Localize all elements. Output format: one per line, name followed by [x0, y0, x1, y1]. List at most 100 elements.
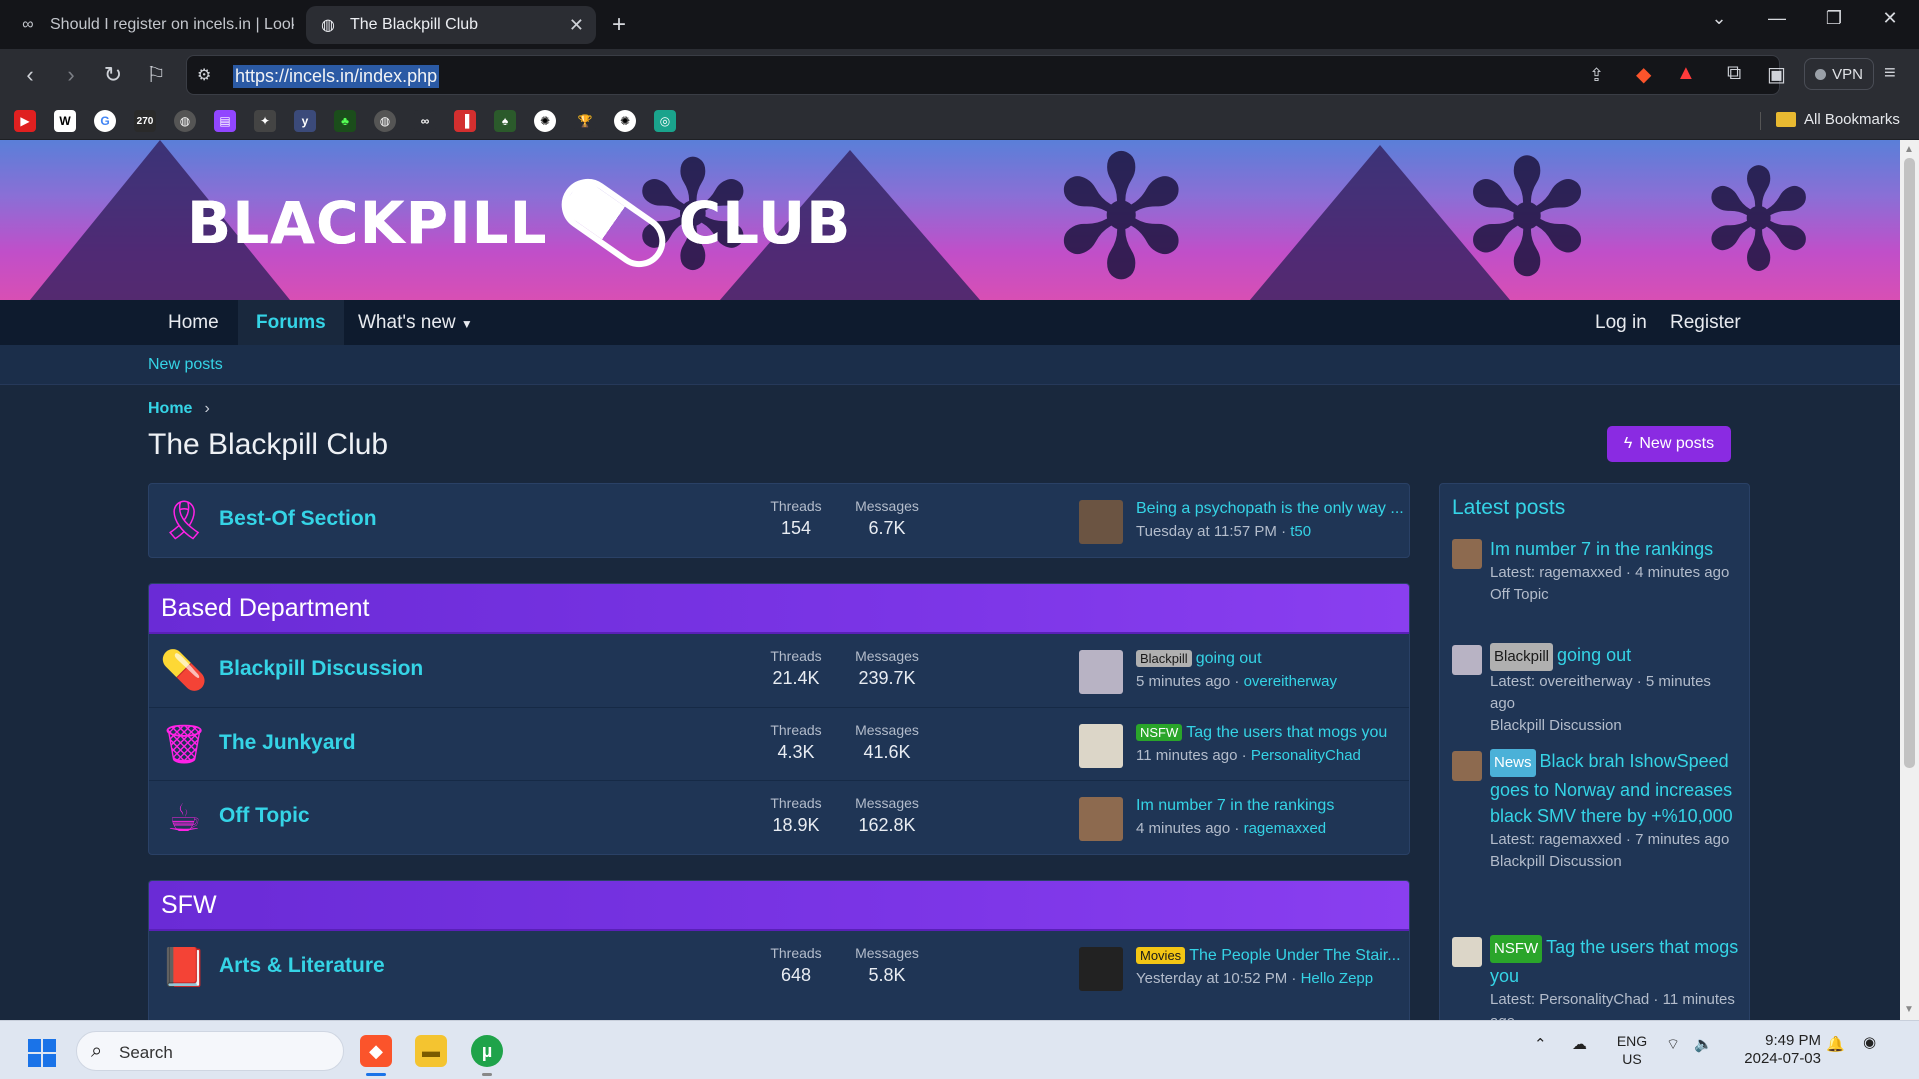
page-scrollbar[interactable]: ▲ ▼	[1900, 140, 1919, 1020]
latest-post-forum[interactable]: Off Topic	[1490, 584, 1740, 606]
reload-button[interactable]: ↻	[99, 62, 127, 90]
latest-post-forum[interactable]: Blackpill Discussion	[1490, 715, 1740, 737]
avatar[interactable]	[1079, 947, 1123, 991]
yahoo-icon[interactable]: y	[294, 110, 316, 132]
utorrent-icon[interactable]: µ	[471, 1035, 503, 1067]
back-button[interactable]: ‹	[16, 62, 44, 90]
last-post-time[interactable]: Yesterday at 10:52 PM	[1136, 970, 1287, 987]
forum-title[interactable]: Off Topic	[219, 804, 310, 828]
nav-whats-new[interactable]: What's new ▼	[340, 300, 491, 345]
share-icon[interactable]: ⇪	[1589, 65, 1604, 86]
url-text[interactable]: https://incels.in/index.php	[233, 65, 440, 88]
caret-down-icon[interactable]: ▼	[461, 317, 473, 331]
file-explorer-icon[interactable]: ▬	[415, 1035, 447, 1067]
last-post-title-line[interactable]: Movies The People Under The Stair...	[1136, 947, 1406, 965]
latest-post-title-line[interactable]: News Black brah IshowSpeed goes to Norway…	[1490, 748, 1740, 829]
nav-forums[interactable]: Forums	[238, 300, 344, 345]
last-post-user[interactable]: Hello Zepp	[1301, 970, 1374, 987]
scroll-down-icon[interactable]: ▼	[1904, 1004, 1914, 1015]
restore-button[interactable]: ❐	[1817, 8, 1851, 29]
twitch-icon[interactable]: ▤	[214, 110, 236, 132]
nav-home[interactable]: Home	[150, 300, 237, 345]
last-post-user[interactable]: ragemaxxed	[1244, 820, 1327, 837]
subnav-new-posts[interactable]: New posts	[148, 356, 223, 374]
start-button[interactable]	[28, 1039, 56, 1067]
avatar[interactable]	[1452, 539, 1482, 569]
tab-search-chevron-icon[interactable]: ⌄	[1702, 8, 1736, 29]
scrollbar-thumb[interactable]	[1904, 158, 1915, 768]
all-bookmarks-button[interactable]: All Bookmarks	[1776, 111, 1900, 128]
latest-post-title[interactable]: Im number 7 in the rankings	[1490, 536, 1740, 562]
last-post-time[interactable]: 5 minutes ago	[1136, 673, 1230, 690]
minimize-button[interactable]: —	[1760, 8, 1794, 29]
globe-icon[interactable]: ◍	[174, 110, 196, 132]
brave-rewards-icon[interactable]: ▲	[1676, 62, 1696, 85]
avatar[interactable]	[1452, 937, 1482, 967]
scroll-up-icon[interactable]: ▲	[1904, 144, 1914, 155]
site-logo[interactable]: BLACKPILL CLUB	[187, 168, 851, 278]
youtube-icon[interactable]: ▶	[14, 110, 36, 132]
last-post-user[interactable]: PersonalityChad	[1251, 747, 1361, 764]
forum-node[interactable]: 📕 Arts & Literature Threads 648 Messages 5…	[149, 931, 1409, 1004]
category-title[interactable]: Based Department	[149, 584, 1409, 634]
system-clock[interactable]: 9:49 PM 2024-07-03	[1737, 1032, 1821, 1068]
wifi-icon[interactable]: ⌔	[1666, 1035, 1680, 1054]
avatar[interactable]	[1452, 645, 1482, 675]
openai-icon[interactable]: ✺	[534, 110, 556, 132]
tab-looksmax[interactable]: ∞ Should I register on incels.in | Looks…	[6, 6, 306, 44]
last-post-title[interactable]: Im number 7 in the rankings	[1136, 797, 1406, 815]
avatar[interactable]	[1079, 724, 1123, 768]
last-post-time[interactable]: 11 minutes ago	[1136, 747, 1237, 764]
new-posts-button[interactable]: ϟ New posts	[1607, 426, 1731, 462]
latest-post-title[interactable]: going out	[1557, 645, 1631, 665]
avatar[interactable]	[1079, 797, 1123, 841]
taskbar-search[interactable]: ⌕ Search	[76, 1031, 344, 1071]
breadcrumb-home[interactable]: Home	[148, 400, 192, 417]
widget-title[interactable]: Latest posts	[1440, 484, 1749, 520]
copilot-icon[interactable]: ◎	[654, 110, 676, 132]
forum-node[interactable]: 🗑 The Junkyard Threads 4.3K Messages 41.6K…	[149, 707, 1409, 780]
copilot-icon[interactable]: ◉	[1863, 1033, 1876, 1051]
forum-title[interactable]: Blackpill Discussion	[219, 657, 423, 681]
close-tab-icon[interactable]: ✕	[569, 15, 584, 36]
register-link[interactable]: Register	[1652, 300, 1759, 345]
last-post-title[interactable]: Tag the users that mogs you	[1186, 724, 1387, 741]
avatar[interactable]	[1079, 500, 1123, 544]
last-post-title-line[interactable]: Blackpill going out	[1136, 650, 1406, 668]
menu-icon[interactable]: ≡	[1884, 62, 1896, 85]
last-post-time[interactable]: Tuesday at 11:57 PM	[1136, 523, 1277, 540]
last-post-user[interactable]: overeitherway	[1244, 673, 1337, 690]
forum-node[interactable]: 🎗 Best-Of Section Threads 154 Messages 6.7…	[149, 484, 1409, 557]
forum-node[interactable]: 💊 Blackpill Discussion Threads 21.4K Mess…	[149, 634, 1409, 707]
forum-node[interactable]: ☕ Off Topic Threads 18.9K Messages 162.8K …	[149, 780, 1409, 853]
volume-icon[interactable]: 🔈	[1694, 1035, 1713, 1053]
globe-icon[interactable]: ◍	[374, 110, 396, 132]
category-title[interactable]: SFW	[149, 881, 1409, 931]
openai-icon[interactable]: ✺	[614, 110, 636, 132]
forum-title[interactable]: The Junkyard	[219, 731, 356, 755]
last-post-title[interactable]: going out	[1196, 650, 1262, 667]
onedrive-icon[interactable]: ☁	[1572, 1035, 1587, 1053]
google-icon[interactable]: G	[94, 110, 116, 132]
site-settings-icon[interactable]: ⚙	[197, 65, 211, 85]
game-icon[interactable]: ♣	[334, 110, 356, 132]
tray-overflow-chevron-icon[interactable]: ⌃	[1534, 1035, 1547, 1053]
forward-button[interactable]: ›	[57, 62, 85, 90]
vpn-button[interactable]: VPN	[1804, 58, 1874, 90]
generic-site-icon[interactable]: ✦	[254, 110, 276, 132]
red-site-icon[interactable]: ▐	[454, 110, 476, 132]
last-post-title-line[interactable]: NSFW Tag the users that mogs you	[1136, 724, 1406, 742]
270-icon[interactable]: 270	[134, 110, 156, 132]
last-post-time[interactable]: 4 minutes ago	[1136, 820, 1230, 837]
last-post-title[interactable]: Being a psychopath is the only way ...	[1136, 500, 1406, 518]
trophy-icon[interactable]: 🏆	[574, 110, 596, 132]
avatar[interactable]	[1079, 650, 1123, 694]
wallet-icon[interactable]: ▣	[1767, 62, 1786, 87]
wikipedia-icon[interactable]: W	[54, 110, 76, 132]
address-bar[interactable]: ⚙ https://incels.in/index.php ⇪	[186, 55, 1780, 95]
extensions-icon[interactable]: ⧉	[1727, 62, 1741, 85]
input-language[interactable]: ENG US	[1614, 1032, 1650, 1068]
brave-shields-icon[interactable]: ◆	[1636, 62, 1651, 87]
close-window-button[interactable]: ✕	[1873, 8, 1907, 29]
last-post-title[interactable]: The People Under The Stair...	[1189, 947, 1400, 964]
